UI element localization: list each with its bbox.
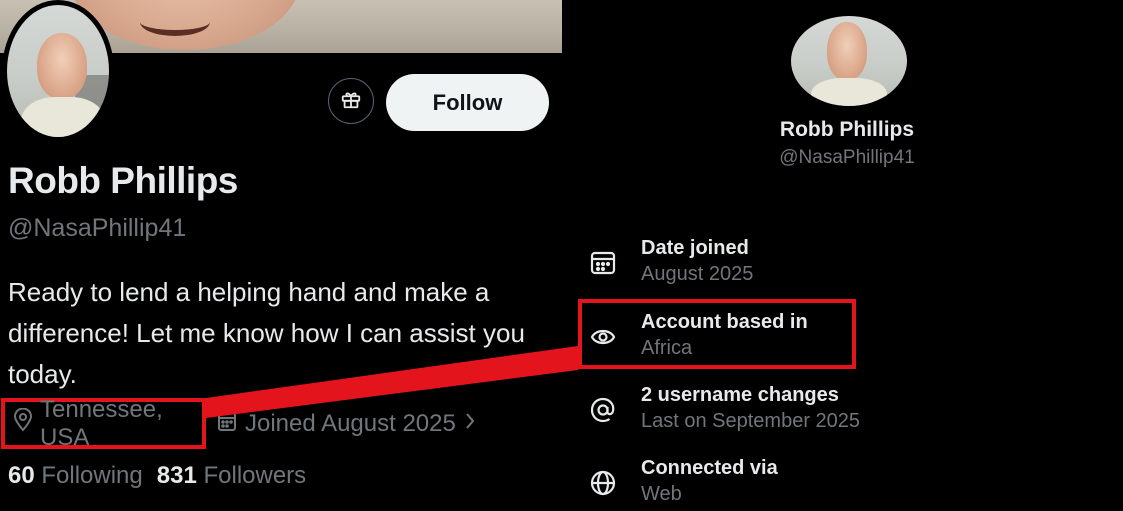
profile-location-highlighted: Tennessee, USA <box>1 395 206 451</box>
follow-stats: 60 Following 831 Followers <box>8 462 306 490</box>
info-username-changes: 2 username changes Last on September 202… <box>585 382 860 434</box>
info-value: Web <box>641 483 682 505</box>
avatar[interactable] <box>2 0 114 142</box>
info-value: August 2025 <box>641 263 754 285</box>
info-title: 2 username changes <box>641 384 839 406</box>
globe-icon <box>585 465 621 501</box>
account-based-highlight <box>578 299 856 369</box>
chevron-right-icon <box>464 410 484 438</box>
calendar-icon <box>217 410 245 439</box>
at-sign-icon <box>585 392 621 428</box>
info-connected-via: Connected via Web <box>585 455 778 507</box>
calendar-icon <box>585 245 621 281</box>
joined-text: Joined August 2025 <box>245 410 456 437</box>
info-value: Last on September 2025 <box>641 410 861 432</box>
info-date-joined: Date joined August 2025 <box>585 235 753 287</box>
profile-handle: @NasaPhillip41 <box>8 214 187 242</box>
about-name: Robb Phillips <box>779 118 915 141</box>
following-count: 60 <box>8 462 35 489</box>
profile-name: Robb Phillips <box>8 160 238 201</box>
following-label: Following <box>41 462 143 489</box>
followers-link[interactable]: 831 Followers <box>157 462 306 490</box>
about-handle: @NasaPhillip41 <box>779 147 915 168</box>
info-title: Date joined <box>641 237 749 259</box>
location-pin-icon <box>13 407 40 439</box>
about-avatar <box>791 16 907 106</box>
gift-button[interactable] <box>328 78 374 124</box>
info-title: Connected via <box>641 457 778 479</box>
followers-count: 831 <box>156 462 197 489</box>
gift-icon <box>340 88 362 115</box>
following-link[interactable]: 60 Following <box>8 462 143 490</box>
location-text: Tennessee, USA <box>40 395 163 451</box>
joined-date[interactable]: Joined August 2025 <box>217 404 484 444</box>
follow-button[interactable]: Follow <box>386 74 549 131</box>
followers-label: Followers <box>203 462 307 489</box>
profile-bio: Ready to lend a helping hand and make a … <box>8 277 525 389</box>
